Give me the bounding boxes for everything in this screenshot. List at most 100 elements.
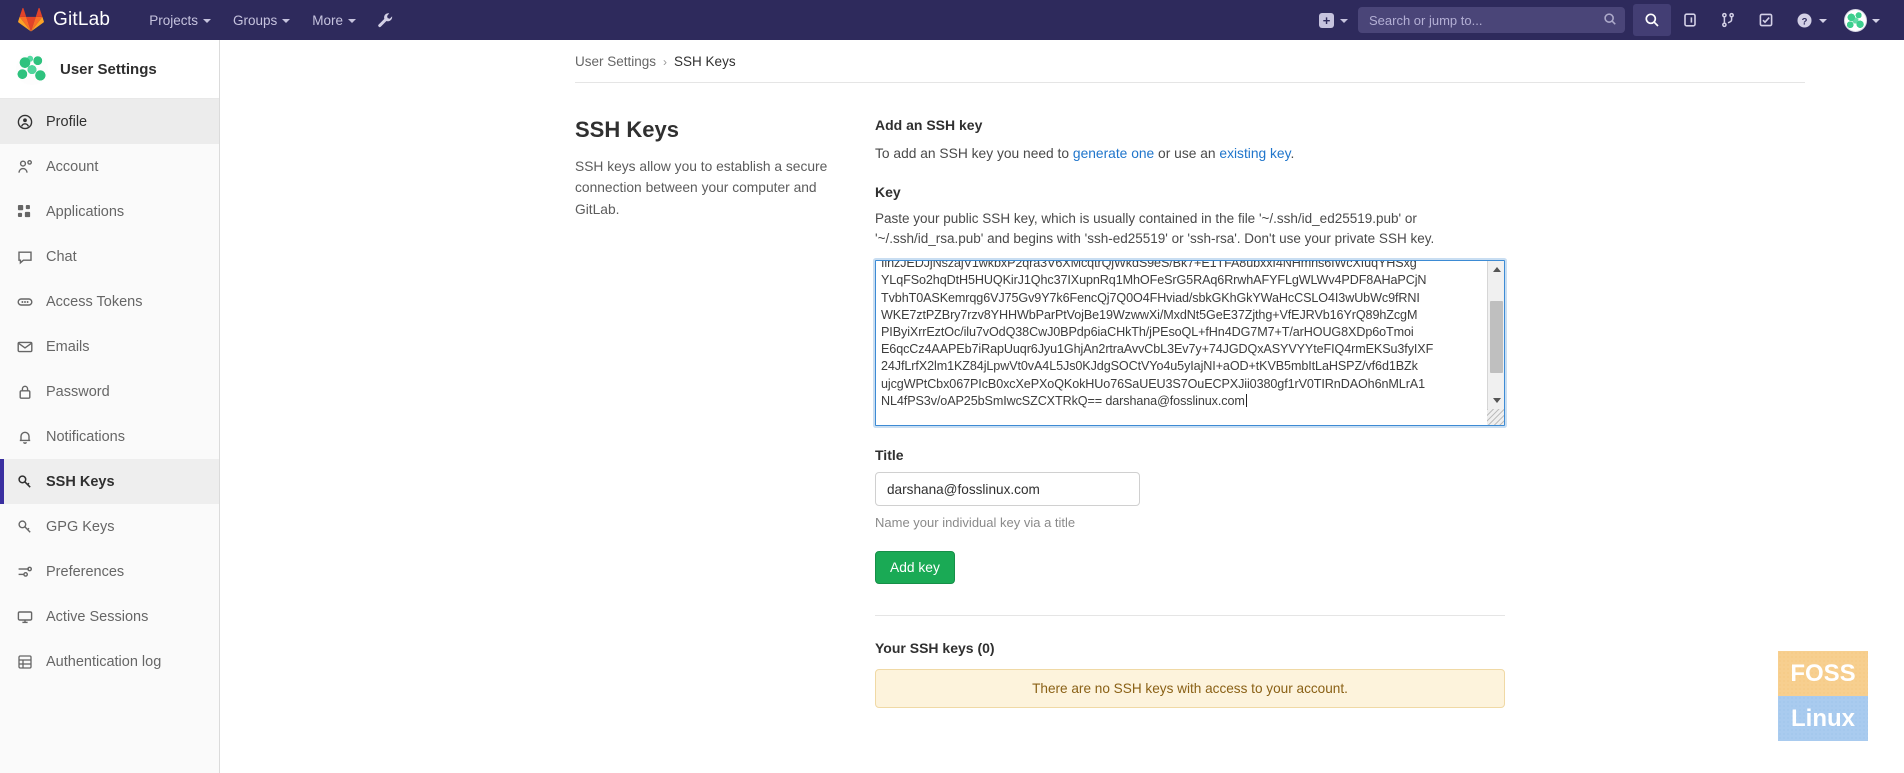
scroll-up-button[interactable] [1488,261,1504,279]
sidebar-item-label: Authentication log [46,653,162,670]
wrench-icon [378,12,393,27]
merge-requests-button[interactable] [1709,4,1747,36]
title-field-label: Title [875,447,904,464]
add-key-button[interactable]: Add key [875,551,955,585]
monitor-icon [16,608,33,625]
sidebar-header[interactable]: User Settings [0,40,219,99]
admin-area-button[interactable] [367,4,404,37]
sidebar-item-ssh-keys[interactable]: SSH Keys [0,459,219,504]
search-icon-button[interactable] [1633,4,1671,36]
key-field-label: Key [875,183,901,200]
watermark-bottom-text: Linux [1778,696,1868,741]
chevron-down-icon [1872,19,1880,23]
ssh-key-form-column: Add an SSH key To add an SSH key you nee… [875,117,1505,709]
no-ssh-keys-message: There are no SSH keys with access to you… [875,669,1505,709]
scrollbar-thumb[interactable] [1490,301,1503,374]
intro-suffix-text: . [1290,146,1295,161]
sidebar-item-preferences[interactable]: Preferences [0,549,219,594]
todos-button[interactable] [1747,4,1785,36]
nav-item-projects[interactable]: Projects [138,4,222,37]
navbar-left-group: GitLab Projects Groups More [18,4,404,37]
log-table-icon [16,653,33,670]
nav-item-groups[interactable]: Groups [222,4,301,37]
key-icon [16,518,33,535]
user-circle-icon [16,113,33,130]
settings-sidebar: User Settings Profile Account Applicatio… [0,40,220,773]
search-icon [1604,13,1616,25]
ssh-key-textarea[interactable]: IinzJEDJjNszajV1wkbxP2qra3V6XMcqtrQjWkdS… [875,260,1505,427]
issues-icon [1684,13,1696,27]
help-button[interactable]: ? [1785,4,1838,37]
breadcrumb-current: SSH Keys [674,54,736,69]
sidebar-item-label: Applications [46,203,125,220]
chevron-down-icon [348,19,357,23]
sidebar-item-applications[interactable]: Applications [0,189,219,234]
scroll-down-button[interactable] [1488,392,1504,410]
top-navbar: GitLab Projects Groups More + Search or … [0,0,1904,40]
sidebar-item-notifications[interactable]: Notifications [0,414,219,459]
sidebar-item-gpg-keys[interactable]: GPG Keys [0,504,219,549]
sidebar-item-label: Password [46,383,110,400]
sidebar-item-password[interactable]: Password [0,369,219,414]
sidebar-item-active-sessions[interactable]: Active Sessions [0,594,219,639]
sliders-icon [16,563,33,580]
page-description: SSH keys allow you to establish a secure… [575,159,828,217]
chevron-down-icon [282,19,291,23]
chevron-down-icon [1340,19,1348,23]
sidebar-title: User Settings [60,60,157,78]
key-field-help: Paste your public SSH key, which is usua… [875,210,1435,246]
envelope-icon [16,338,33,355]
add-ssh-key-heading: Add an SSH key [875,117,983,133]
sidebar-item-label: Profile [46,113,88,130]
your-ssh-keys-heading: Your SSH keys (0) [875,640,995,657]
issues-button[interactable] [1671,4,1709,36]
avatar [1844,8,1867,32]
global-search-box[interactable] [1358,7,1625,33]
sidebar-item-profile[interactable]: Profile [0,99,219,144]
search-icon [1645,13,1659,27]
bell-icon [16,428,33,445]
triangle-down-icon [1492,398,1501,404]
sidebar-item-label: Access Tokens [46,293,143,310]
page-title: SSH Keys [575,117,679,142]
title-input[interactable] [875,472,1140,507]
lock-icon [16,383,33,400]
breadcrumb-parent-link[interactable]: User Settings [575,54,656,69]
page-layout: User Settings Profile Account Applicatio… [0,40,1904,773]
sidebar-item-label: GPG Keys [46,518,115,535]
merge-requests-icon [1722,12,1734,28]
nav-item-more[interactable]: More [301,4,367,37]
sidebar-item-authentication-log[interactable]: Authentication log [0,639,219,684]
sidebar-item-label: Account [46,158,99,175]
generate-one-link[interactable]: generate one [1073,146,1154,161]
title-field-hint: Name your individual key via a title [875,515,1076,531]
breadcrumb: User Settings › SSH Keys [575,40,1805,83]
textarea-scrollbar[interactable] [1487,261,1504,426]
fosslinux-watermark: FOSS Linux [1778,651,1868,741]
gitlab-brand-label: GitLab [53,9,111,30]
svg-text:?: ? [1802,16,1808,27]
sidebar-item-access-tokens[interactable]: Access Tokens [0,279,219,324]
sidebar-item-emails[interactable]: Emails [0,324,219,369]
chat-bubble-icon [16,248,33,265]
search-input[interactable] [1367,11,1616,29]
help-icon: ? [1797,12,1812,28]
nav-item-label: Projects [149,12,198,28]
ssh-key-value: IinzJEDJjNszajV1wkbxP2qra3V6XMcqtrQjWkdS… [881,260,1434,408]
breadcrumb-separator-icon: › [663,54,668,69]
sidebar-item-label: Notifications [46,428,125,445]
gitlab-home-link[interactable]: GitLab [18,7,110,33]
sidebar-item-account[interactable]: Account [0,144,219,189]
account-key-icon [16,158,33,175]
user-menu-button[interactable] [1838,5,1890,36]
sidebar-item-label: Preferences [46,563,125,580]
avatar [16,53,48,85]
sidebar-nav-list: Profile Account Applications Chat Access… [0,99,219,684]
create-new-button[interactable]: + [1311,6,1356,35]
gitlab-fox-logo-icon [18,7,44,33]
sidebar-item-label: Active Sessions [46,608,149,625]
existing-key-link[interactable]: existing key [1219,146,1290,161]
chevron-down-icon [1819,19,1827,23]
resize-grip-icon[interactable] [1487,409,1504,426]
sidebar-item-chat[interactable]: Chat [0,234,219,279]
